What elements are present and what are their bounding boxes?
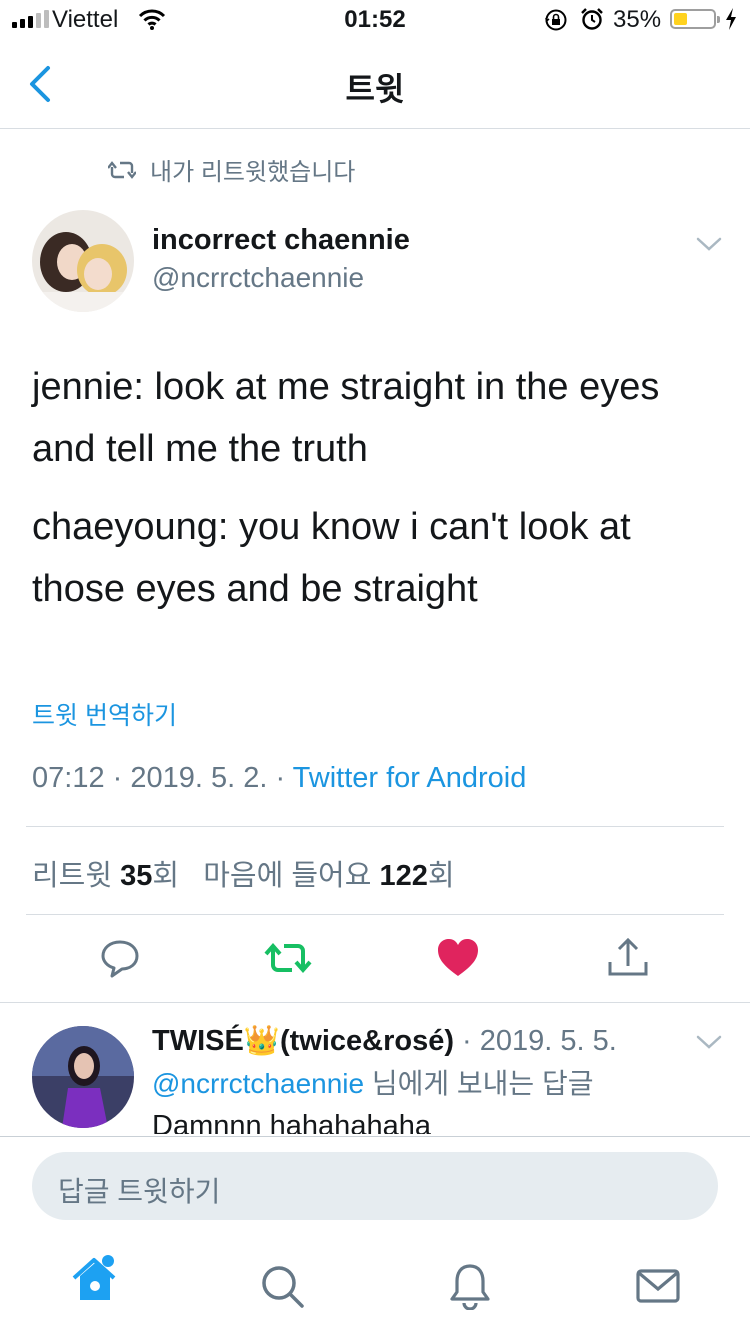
notifications-icon[interactable] xyxy=(446,1262,494,1310)
status-bar: Viettel 01:52 35% xyxy=(0,0,750,40)
reply-author-suffix: (twice&rosé) xyxy=(279,1025,454,1057)
search-icon[interactable] xyxy=(258,1262,306,1310)
retweet-stat[interactable]: 리트윗 35회 xyxy=(32,860,179,892)
reply-mention-link[interactable]: @ncrrctchaennie xyxy=(152,1068,364,1099)
reply-author[interactable]: TWISÉ👑(twice&rosé) · 2019. 5. 5. xyxy=(152,1024,617,1058)
page-title: 트윗 xyxy=(345,71,405,107)
composer-placeholder: 답글 트윗하기 xyxy=(58,1176,221,1207)
tweet-text-line-1: jennie: look at me straight in the eyes … xyxy=(32,366,660,470)
retweet-button-icon[interactable] xyxy=(264,934,312,982)
tweet-text-line-2: chaeyoung: you know i can't look at thos… xyxy=(32,506,631,610)
reply-text: Damnnn hahahahaha xyxy=(152,1110,431,1134)
home-icon[interactable] xyxy=(70,1254,122,1306)
tweet-source-link[interactable]: Twitter for Android xyxy=(293,762,527,794)
alarm-icon xyxy=(581,8,603,30)
author-name[interactable]: incorrect chaennie xyxy=(152,224,410,257)
reply-menu-chevron-down-icon[interactable] xyxy=(696,1034,722,1050)
tweet-meta: 07:12 · 2019. 5. 2. · Twitter for Androi… xyxy=(32,762,526,795)
retweet-context-text: 내가 리트윗했습니다 xyxy=(150,159,356,186)
battery-percent: 35% xyxy=(613,6,662,33)
retweet-icon xyxy=(108,160,136,179)
retweet-context: 내가 리트윗했습니다 xyxy=(108,152,355,187)
navigation-bar: 트윗 xyxy=(0,40,750,129)
reply-composer-input[interactable]: 답글 트윗하기 xyxy=(32,1152,718,1220)
author-handle[interactable]: @ncrrctchaennie xyxy=(152,262,364,294)
divider xyxy=(26,914,724,915)
author-avatar[interactable] xyxy=(32,210,134,312)
like-count: 122 xyxy=(379,860,428,892)
like-icon[interactable] xyxy=(434,934,482,982)
reply-date: · 2019. 5. 5. xyxy=(454,1025,617,1057)
rotation-lock-icon xyxy=(545,9,567,31)
retweet-count: 35 xyxy=(120,860,153,892)
share-icon[interactable] xyxy=(604,934,652,982)
reply-avatar[interactable] xyxy=(32,1026,134,1128)
reply-icon[interactable] xyxy=(96,934,144,982)
divider xyxy=(26,826,724,827)
battery-icon xyxy=(670,9,720,29)
reply-to-context: @ncrrctchaennie 님에게 보내는 답글 xyxy=(152,1068,594,1099)
crown-icon: 👑 xyxy=(243,1025,280,1057)
tweet-timestamp: 07:12 · 2019. 5. 2. · xyxy=(32,762,293,794)
battery-level xyxy=(674,13,687,25)
translate-tweet-link[interactable]: 트윗 번역하기 xyxy=(32,696,177,732)
charging-bolt-icon xyxy=(726,8,736,30)
tweet-menu-chevron-down-icon[interactable] xyxy=(696,236,722,252)
tweet-stats: 리트윗 35회 마음에 들어요 122회 xyxy=(32,852,455,894)
reply-author-name: TWISÉ xyxy=(152,1025,244,1057)
like-stat[interactable]: 마음에 들어요 122회 xyxy=(203,860,454,892)
divider xyxy=(0,1002,750,1003)
reply-text-container: Damnnn hahahahaha xyxy=(152,1104,712,1134)
messages-icon[interactable] xyxy=(634,1262,682,1310)
